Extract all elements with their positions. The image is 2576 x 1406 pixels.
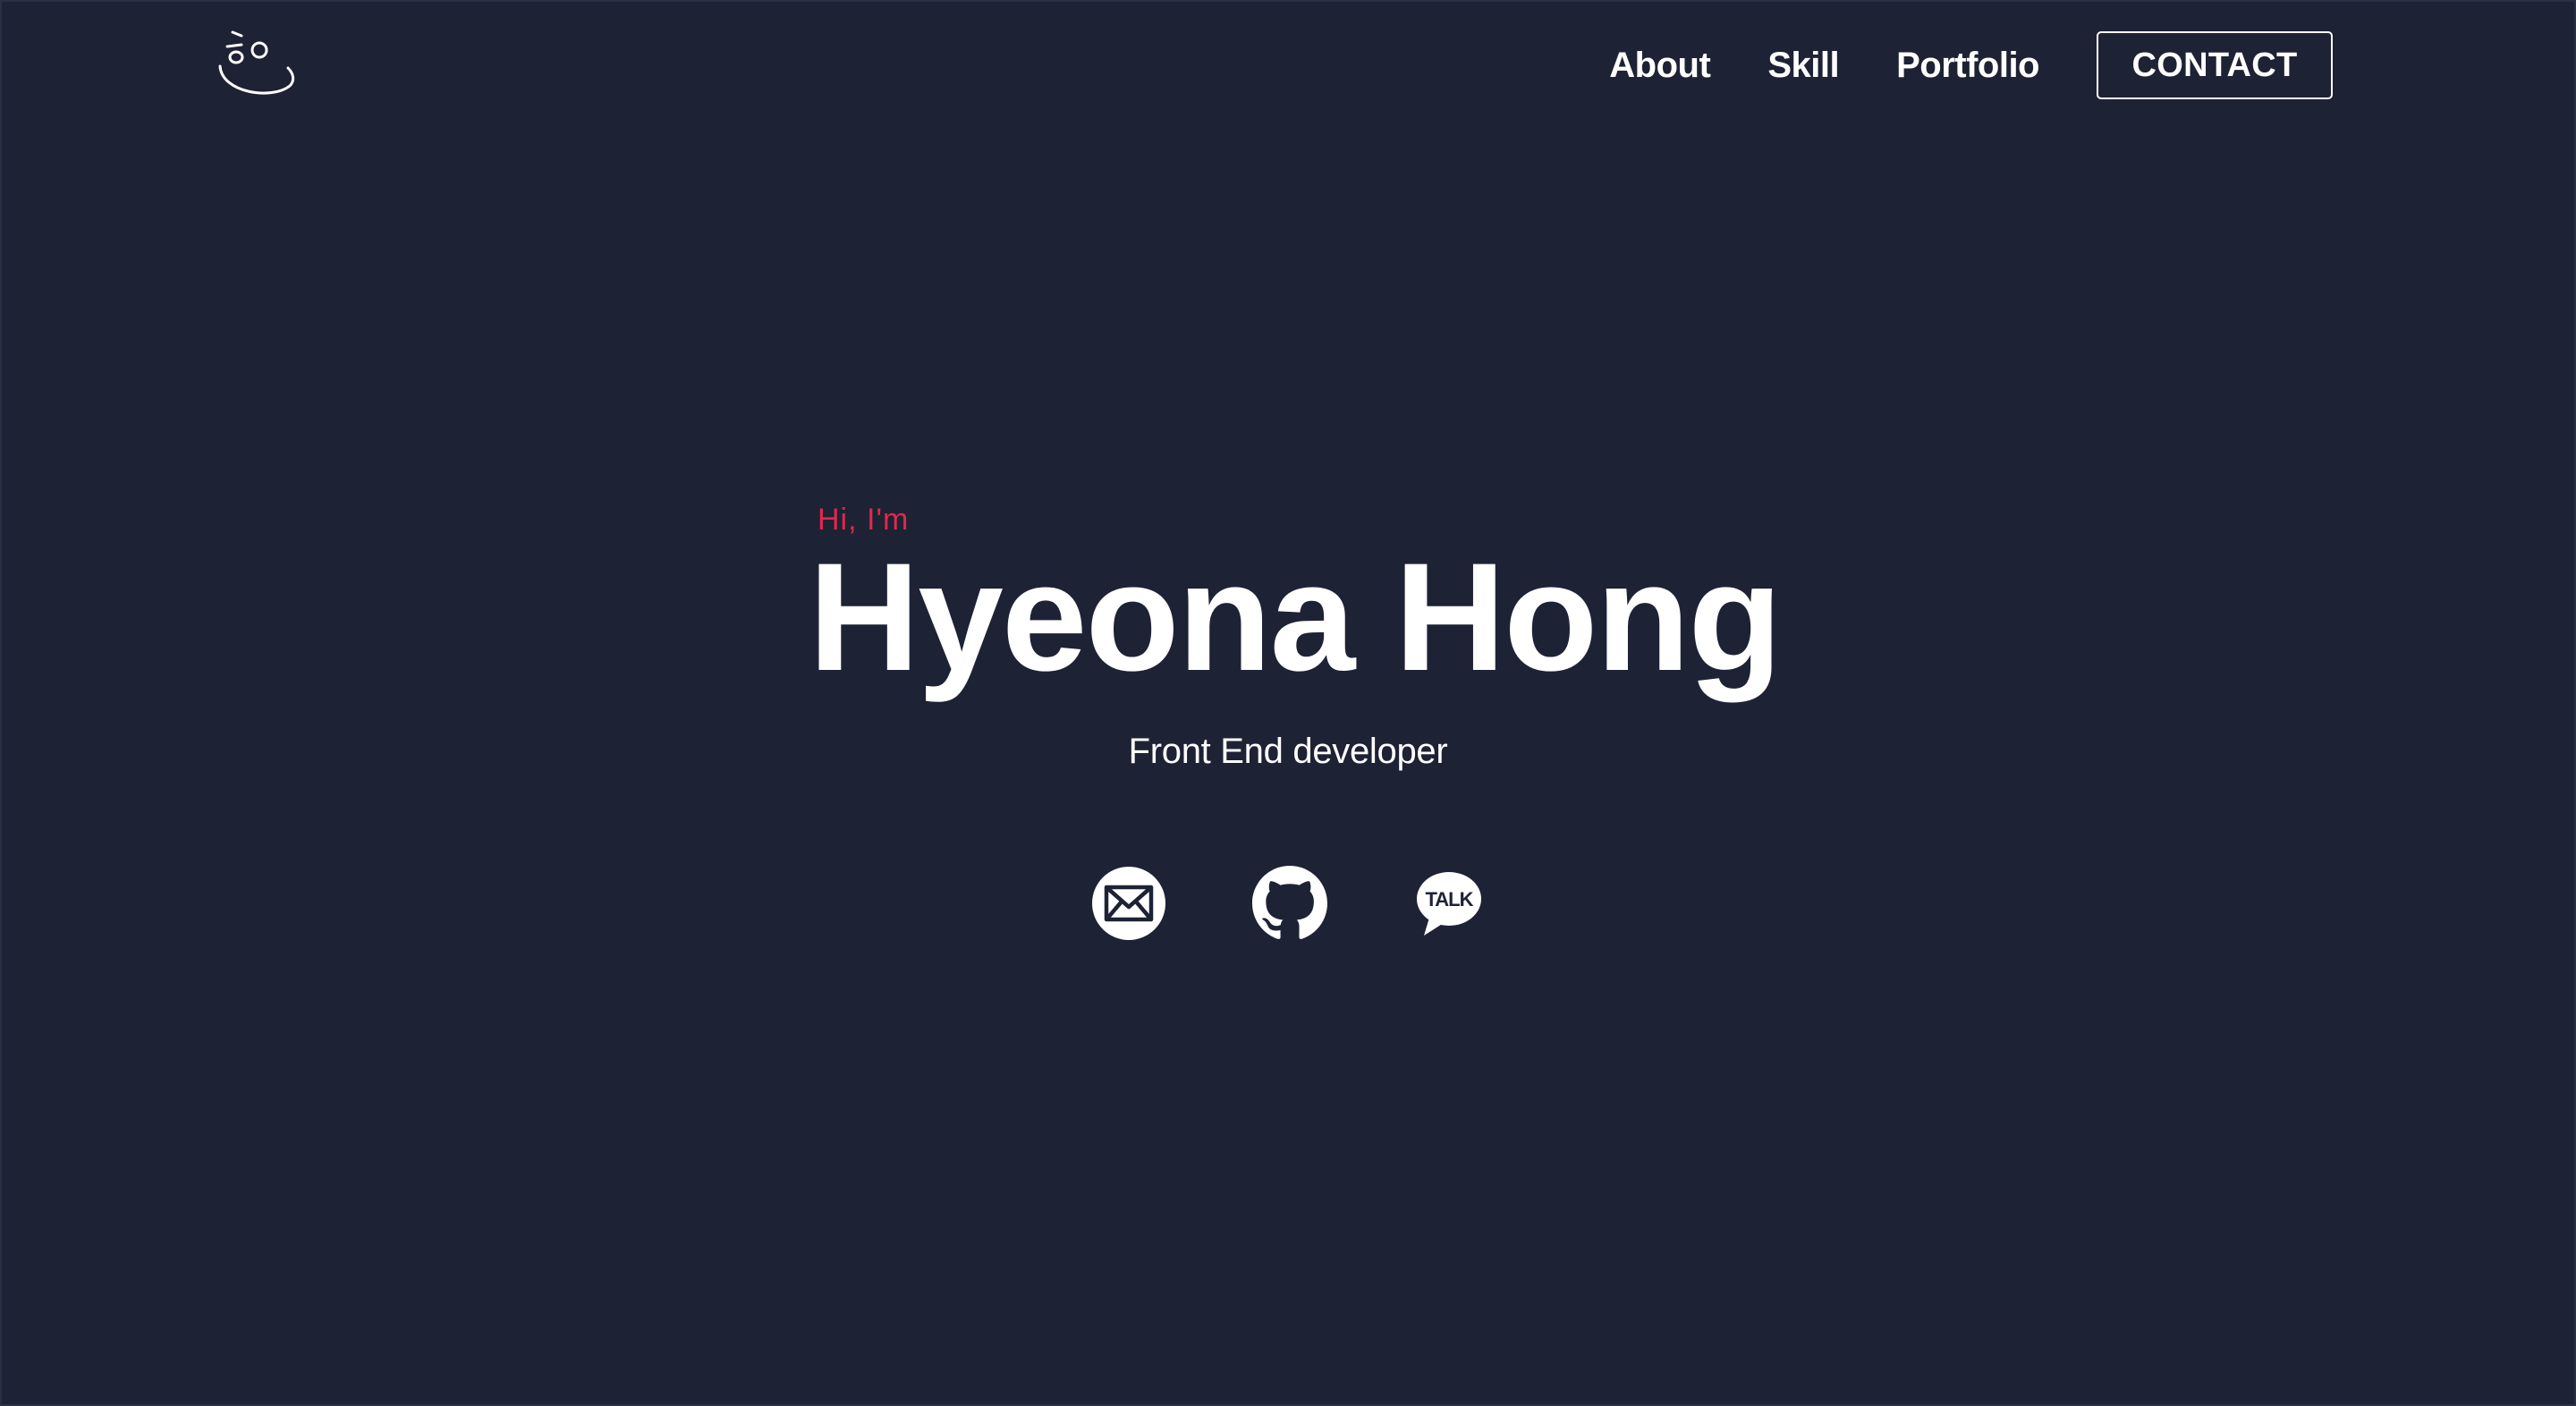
hero-name: Hyeona Hong bbox=[809, 531, 1783, 703]
nav-link-portfolio[interactable]: Portfolio bbox=[1896, 31, 2039, 99]
hero-role: Front End developer bbox=[1128, 732, 1448, 771]
contact-button[interactable]: CONTACT bbox=[2097, 31, 2333, 99]
nav-link-about[interactable]: About bbox=[1609, 31, 1711, 99]
nav-link-skill[interactable]: Skill bbox=[1767, 31, 1839, 99]
kakaotalk-icon[interactable]: TALK bbox=[1413, 866, 1485, 941]
site-header: About Skill Portfolio CONTACT bbox=[0, 0, 2576, 134]
main-nav: About Skill Portfolio CONTACT bbox=[1609, 31, 2333, 99]
github-icon[interactable] bbox=[1252, 866, 1327, 941]
kakaotalk-icon-text: TALK bbox=[1425, 888, 1473, 911]
smile-logo-icon[interactable] bbox=[215, 23, 304, 106]
social-links: TALK bbox=[1088, 866, 1494, 943]
mail-icon[interactable] bbox=[1091, 866, 1166, 941]
